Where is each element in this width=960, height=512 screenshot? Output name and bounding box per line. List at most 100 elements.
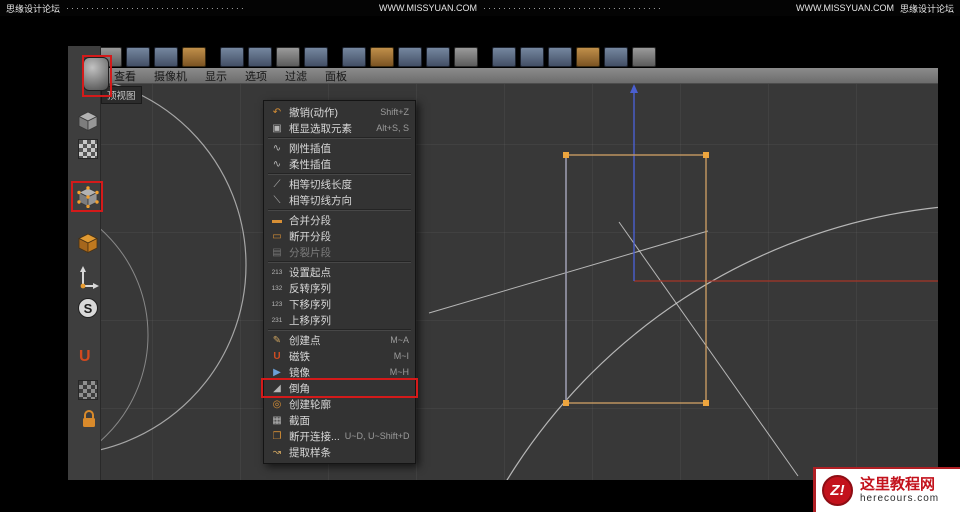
watermark-url: herecours.com: [860, 493, 940, 505]
menu-item-shortcut: U~D, U~Shift+D: [344, 431, 410, 441]
annotation-box-make-editable: [82, 55, 112, 97]
menu-item-extract-spline[interactable]: ↝ 提取样条: [264, 444, 415, 460]
toolbar-icon[interactable]: [342, 47, 366, 67]
menu-item-create-point[interactable]: ✎ 创建点 M~A: [264, 332, 415, 348]
menu-item-soft-interpolation[interactable]: ∿ 柔性插值: [264, 156, 415, 172]
viewport-top-view[interactable]: [101, 84, 938, 480]
menu-item-split-segment: ▤ 分裂片段: [264, 244, 415, 260]
join-segment-icon: ▬: [272, 214, 282, 226]
toolbar-icon[interactable]: [154, 47, 178, 67]
watermark-url-mid: WWW.MISSYUAN.COM: [379, 3, 477, 13]
menu-item-disconnect[interactable]: ❐ 断开连接... U~D, U~Shift+D: [264, 428, 415, 444]
menu-item-set-first-point[interactable]: 213 设置起点: [264, 264, 415, 280]
magnet-tool-icon: U: [273, 350, 281, 362]
toolbar-icon[interactable]: [398, 47, 422, 67]
polygon-mode-button[interactable]: [77, 232, 99, 254]
toolbar-icon[interactable]: [454, 47, 478, 67]
lock-workplane-button[interactable]: [78, 408, 100, 430]
menu-item-label: 断开连接...: [289, 430, 340, 443]
toolbar-icon[interactable]: [220, 47, 244, 67]
toolbar-icon[interactable]: [548, 47, 572, 67]
cross-section-icon: ▦: [272, 414, 282, 426]
toolbar-icon[interactable]: [248, 47, 272, 67]
split-segment-icon: ▤: [272, 246, 282, 258]
menu-separator: [268, 329, 411, 331]
menu-item-break-segment[interactable]: ▭ 断开分段: [264, 228, 415, 244]
menu-item-label: 设置起点: [289, 266, 331, 279]
menu-separator: [268, 173, 411, 175]
menu-item-magnet[interactable]: U 磁铁 M~I: [264, 348, 415, 364]
magnet-tool-button[interactable]: U: [79, 348, 91, 366]
menu-item-reverse-sequence[interactable]: 132 反转序列: [264, 280, 415, 296]
toolbar-icon[interactable]: [276, 47, 300, 67]
menu-item-shortcut: M~A: [390, 335, 409, 345]
menu-item-equal-tangent-length[interactable]: ⟋ 相等切线长度: [264, 176, 415, 192]
break-segment-icon: ▭: [272, 230, 282, 242]
menu-item-label: 创建点: [289, 334, 321, 347]
spline-point-handle[interactable]: [703, 152, 709, 158]
toolbar-icon[interactable]: [492, 47, 516, 67]
y-axis-arrow-icon: [630, 84, 638, 93]
create-outline-icon: ◎: [272, 398, 282, 410]
menu-item-shortcut: M~I: [393, 351, 409, 361]
toolbar-icon[interactable]: [576, 47, 600, 67]
menu-item-label: 柔性插值: [289, 158, 331, 171]
menubar-item-view[interactable]: 查看: [114, 68, 136, 84]
menu-item-label: 断开分段: [289, 230, 331, 243]
toolbar-icon[interactable]: [604, 47, 628, 67]
undo-icon: ↶: [272, 106, 282, 118]
polygon-mode-icon: [78, 233, 98, 254]
texture-mode-button[interactable]: [78, 139, 98, 159]
viewport-drawing: [101, 84, 938, 480]
toolbar-icon[interactable]: [426, 47, 450, 67]
top-watermark-strip: 思缘设计论坛 ·································…: [0, 0, 960, 16]
menu-item-label: 提取样条: [289, 446, 331, 459]
spline-arc-right: [506, 206, 938, 480]
screenshot-canvas: 思缘设计论坛 ·································…: [0, 0, 960, 512]
menu-item-label: 框显选取元素: [289, 122, 352, 135]
workplane-mode-button[interactable]: [78, 380, 98, 400]
workplane-icon: [78, 380, 98, 400]
menu-item-frame-selected[interactable]: ▣ 框显选取元素 Alt+S, S: [264, 120, 415, 136]
move-up-sequence-icon: 231: [271, 316, 283, 324]
menu-item-move-up-sequence[interactable]: 231 上移序列: [264, 312, 415, 328]
toolbar-icon[interactable]: [370, 47, 394, 67]
menubar-item-display[interactable]: 显示: [205, 68, 227, 84]
menu-item-create-outline[interactable]: ◎ 创建轮廓: [264, 396, 415, 412]
rectangle-spline[interactable]: [565, 154, 707, 404]
menu-item-label: 撤销(动作): [289, 106, 338, 119]
menu-separator: [268, 209, 411, 211]
menu-item-move-down-sequence[interactable]: 123 下移序列: [264, 296, 415, 312]
toolbar-icon[interactable]: [304, 47, 328, 67]
menubar-item-options[interactable]: 选项: [245, 68, 267, 84]
menu-item-label: 创建轮廓: [289, 398, 331, 411]
menubar-item-filter[interactable]: 过滤: [285, 68, 307, 84]
disconnect-icon: ❐: [272, 430, 282, 442]
toolbar-icon[interactable]: [632, 47, 656, 67]
toolbar-icon[interactable]: [126, 47, 150, 67]
menubar-item-camera[interactable]: 摄像机: [154, 68, 187, 84]
menu-item-cross-section[interactable]: ▦ 截面: [264, 412, 415, 428]
extract-spline-icon: ↝: [272, 446, 282, 458]
menu-item-label: 上移序列: [289, 314, 331, 327]
watermark-dots: ····································: [483, 3, 663, 13]
menu-item-join-segment[interactable]: ▬ 合并分段: [264, 212, 415, 228]
model-mode-button[interactable]: [77, 110, 99, 132]
menu-item-label: 反转序列: [289, 282, 331, 295]
annotation-box-point-mode: [71, 181, 103, 212]
menu-item-label: 刚性插值: [289, 142, 331, 155]
spline-point-handle[interactable]: [563, 400, 569, 406]
menubar-item-panel[interactable]: 面板: [325, 68, 347, 84]
snap-toggle-button[interactable]: S: [78, 298, 98, 318]
menu-item-rigid-interpolation[interactable]: ∿ 刚性插值: [264, 140, 415, 156]
spline-point-handle[interactable]: [703, 400, 709, 406]
menu-item-undo[interactable]: ↶ 撤销(动作) Shift+Z: [264, 104, 415, 120]
spline-point-handle[interactable]: [563, 152, 569, 158]
menu-item-label: 下移序列: [289, 298, 331, 311]
menu-item-shortcut: Alt+S, S: [376, 123, 409, 133]
menu-item-equal-tangent-direction[interactable]: ⟍ 相等切线方向: [264, 192, 415, 208]
toolbar-icon[interactable]: [182, 47, 206, 67]
toolbar-icon[interactable]: [520, 47, 544, 67]
spline-guide-line-1: [618, 221, 799, 477]
enable-axis-button[interactable]: [77, 266, 99, 292]
